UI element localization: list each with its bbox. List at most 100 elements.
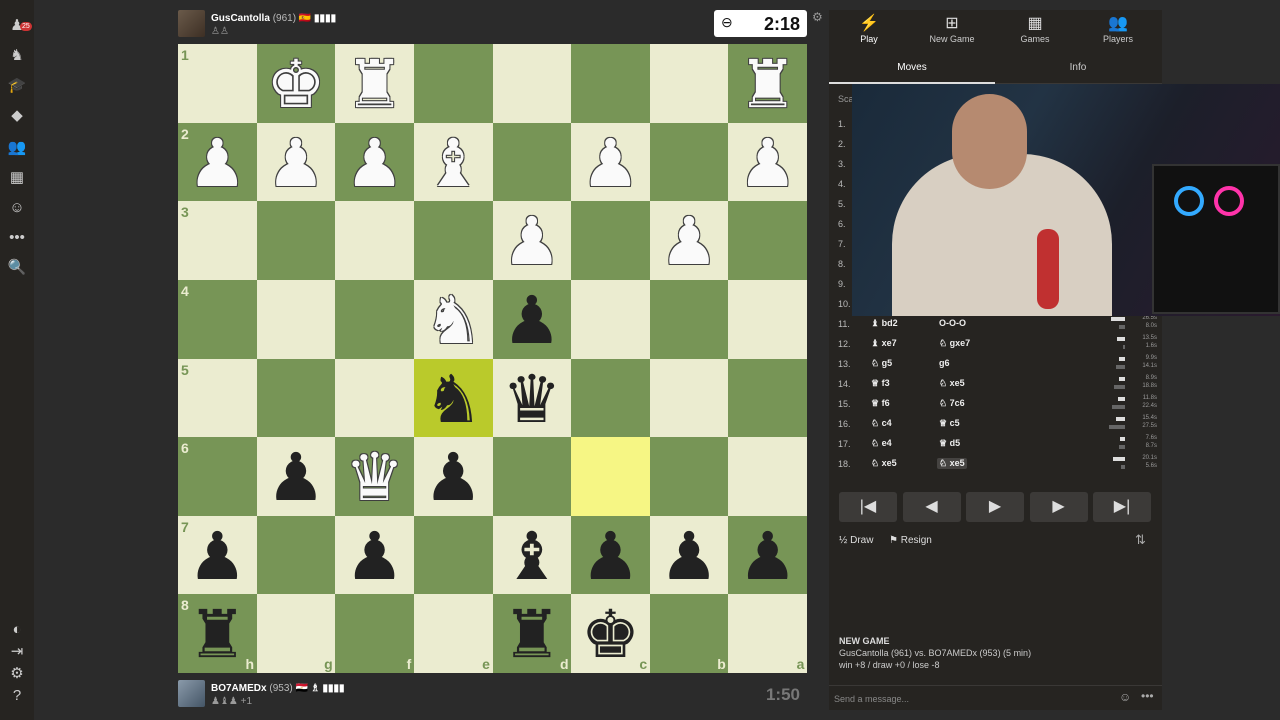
board-square[interactable]: 3 (178, 201, 257, 281)
search-icon[interactable]: 🔍 (7, 258, 27, 278)
board-square[interactable] (649, 122, 729, 202)
black-move[interactable]: ♘ xe5 (937, 458, 967, 469)
board-square[interactable] (256, 358, 336, 438)
board-square[interactable] (256, 515, 336, 595)
white-pawn[interactable]: ♟ (335, 123, 414, 202)
more-options-icon[interactable]: ••• (1141, 689, 1154, 703)
nav-players[interactable]: 👥 Players (1078, 14, 1158, 44)
emoji-icon[interactable]: ☺ (1119, 690, 1131, 704)
black-pawn[interactable]: ♟ (335, 516, 414, 595)
more-icon[interactable]: ••• (7, 228, 27, 248)
board-square[interactable] (492, 122, 572, 202)
community-icon[interactable]: 👥 (7, 138, 27, 158)
board-square[interactable] (492, 437, 572, 517)
white-move[interactable]: ♘ e4 (871, 438, 892, 449)
board-square[interactable]: 1 (178, 44, 257, 123)
board-square[interactable] (413, 515, 493, 595)
board-square[interactable]: f (335, 594, 415, 674)
board-square[interactable]: a (728, 594, 808, 674)
board-square[interactable]: g (256, 594, 336, 674)
board-square[interactable] (335, 201, 415, 281)
board-square[interactable] (571, 44, 651, 123)
white-queen[interactable]: ♛ (335, 437, 414, 516)
chess-board[interactable]: 1 2 3 4 5 6 7 8 h g f e d c b a ♚ ♜ ♜ ♟ ♟ ♟ ♝ ♟ ♟ ♟ ♟ ♞ ♟ ♞ ♛ ♟ ♛ ♟ ♟ ♟ ♝ ♟ ♟ ♟… (178, 44, 808, 674)
theme-icon[interactable]: ◐ (7, 620, 27, 640)
black-move[interactable]: ♘ 7c6 (937, 398, 967, 409)
board-square[interactable] (571, 358, 651, 438)
settings-icon[interactable]: ⚙ (7, 664, 27, 684)
black-queen[interactable]: ♛ (493, 359, 572, 438)
black-pawn[interactable]: ♟ (257, 437, 336, 516)
bottom-player-name[interactable]: BO7AMEDx (953) 🇪🇬 ♗ ▮▮▮▮ (211, 683, 344, 694)
board-square[interactable] (256, 279, 336, 359)
white-rook[interactable]: ♜ (728, 44, 807, 123)
board-square[interactable]: b (649, 594, 729, 674)
black-pawn[interactable]: ♟ (414, 437, 493, 516)
white-pawn[interactable]: ♟ (178, 123, 257, 202)
board-square[interactable]: 6 (178, 437, 257, 517)
white-rook[interactable]: ♜ (335, 44, 414, 123)
board-square[interactable] (649, 44, 729, 123)
black-move[interactable]: ♘ gxe7 (937, 338, 972, 349)
board-square[interactable] (649, 358, 729, 438)
board-square[interactable] (492, 44, 572, 123)
board-square[interactable] (571, 437, 651, 517)
black-pawn[interactable]: ♟ (650, 516, 729, 595)
white-pawn[interactable]: ♟ (257, 123, 336, 202)
black-king[interactable]: ♚ (571, 594, 650, 673)
board-square[interactable] (413, 201, 493, 281)
black-move[interactable]: g6 (937, 358, 952, 368)
white-bishop[interactable]: ♝ (414, 123, 493, 202)
white-move[interactable]: ♝ xe7 (871, 338, 897, 349)
white-move[interactable]: ♝ bd2 (871, 318, 898, 329)
black-knight[interactable]: ♞ (414, 359, 493, 438)
collapse-icon[interactable]: ⇥ (7, 642, 27, 662)
play-moves-button[interactable]: ▶ (966, 492, 1024, 522)
white-move[interactable]: ♕ f3 (871, 378, 890, 389)
board-square[interactable] (649, 279, 729, 359)
white-move[interactable]: ♕ f6 (871, 398, 890, 409)
draw-button[interactable]: ½ Draw (839, 535, 873, 546)
white-knight[interactable]: ♞ (414, 280, 493, 359)
social-icon[interactable]: ☺ (7, 198, 27, 218)
board-square[interactable] (649, 437, 729, 517)
white-pawn[interactable]: ♟ (650, 201, 729, 280)
top-player-name[interactable]: GusCantolla (961) 🇪🇸 ▮▮▮▮ (211, 13, 336, 24)
tab-info[interactable]: Info (995, 62, 1161, 73)
white-move[interactable]: ♘ c4 (871, 418, 892, 429)
white-move[interactable]: ♘ g5 (871, 358, 892, 369)
learn-icon[interactable]: 🎓 (7, 76, 27, 96)
black-rook[interactable]: ♜ (493, 594, 572, 673)
first-move-button[interactable]: |◀ (839, 492, 897, 522)
board-square[interactable]: 4 (178, 279, 257, 359)
board-settings-icon[interactable]: ⚙ (812, 10, 823, 24)
black-move[interactable]: ♕ d5 (937, 438, 962, 449)
news-icon[interactable]: ▦ (7, 168, 27, 188)
flip-board-icon[interactable]: ⇅ (1135, 532, 1146, 548)
help-icon[interactable]: ? (7, 686, 27, 706)
board-square[interactable] (335, 358, 415, 438)
nav-play[interactable]: ⚡ Play (829, 14, 909, 44)
board-square[interactable]: 5 (178, 358, 257, 438)
board-square[interactable] (413, 44, 493, 123)
white-pawn[interactable]: ♟ (571, 123, 650, 202)
chat-input[interactable] (834, 691, 1114, 707)
black-move[interactable]: O-O-O (937, 318, 968, 328)
white-pawn[interactable]: ♟ (728, 123, 807, 202)
nav-games[interactable]: ▦ Games (995, 14, 1075, 44)
nav-new-game[interactable]: ⊞ New Game (912, 14, 992, 44)
board-square[interactable] (256, 201, 336, 281)
white-king[interactable]: ♚ (257, 44, 336, 123)
white-move[interactable]: ♘ xe5 (871, 458, 897, 469)
board-square[interactable] (571, 279, 651, 359)
top-player-avatar[interactable] (178, 10, 205, 37)
board-square[interactable] (335, 279, 415, 359)
black-pawn[interactable]: ♟ (178, 516, 257, 595)
black-bishop[interactable]: ♝ (493, 516, 572, 595)
board-square[interactable] (728, 201, 808, 281)
board-square[interactable]: e (413, 594, 493, 674)
puzzles-icon[interactable]: ♞ (7, 46, 27, 66)
board-square[interactable] (728, 279, 808, 359)
white-pawn[interactable]: ♟ (493, 201, 572, 280)
resign-button[interactable]: ⚑ Resign (889, 535, 932, 546)
